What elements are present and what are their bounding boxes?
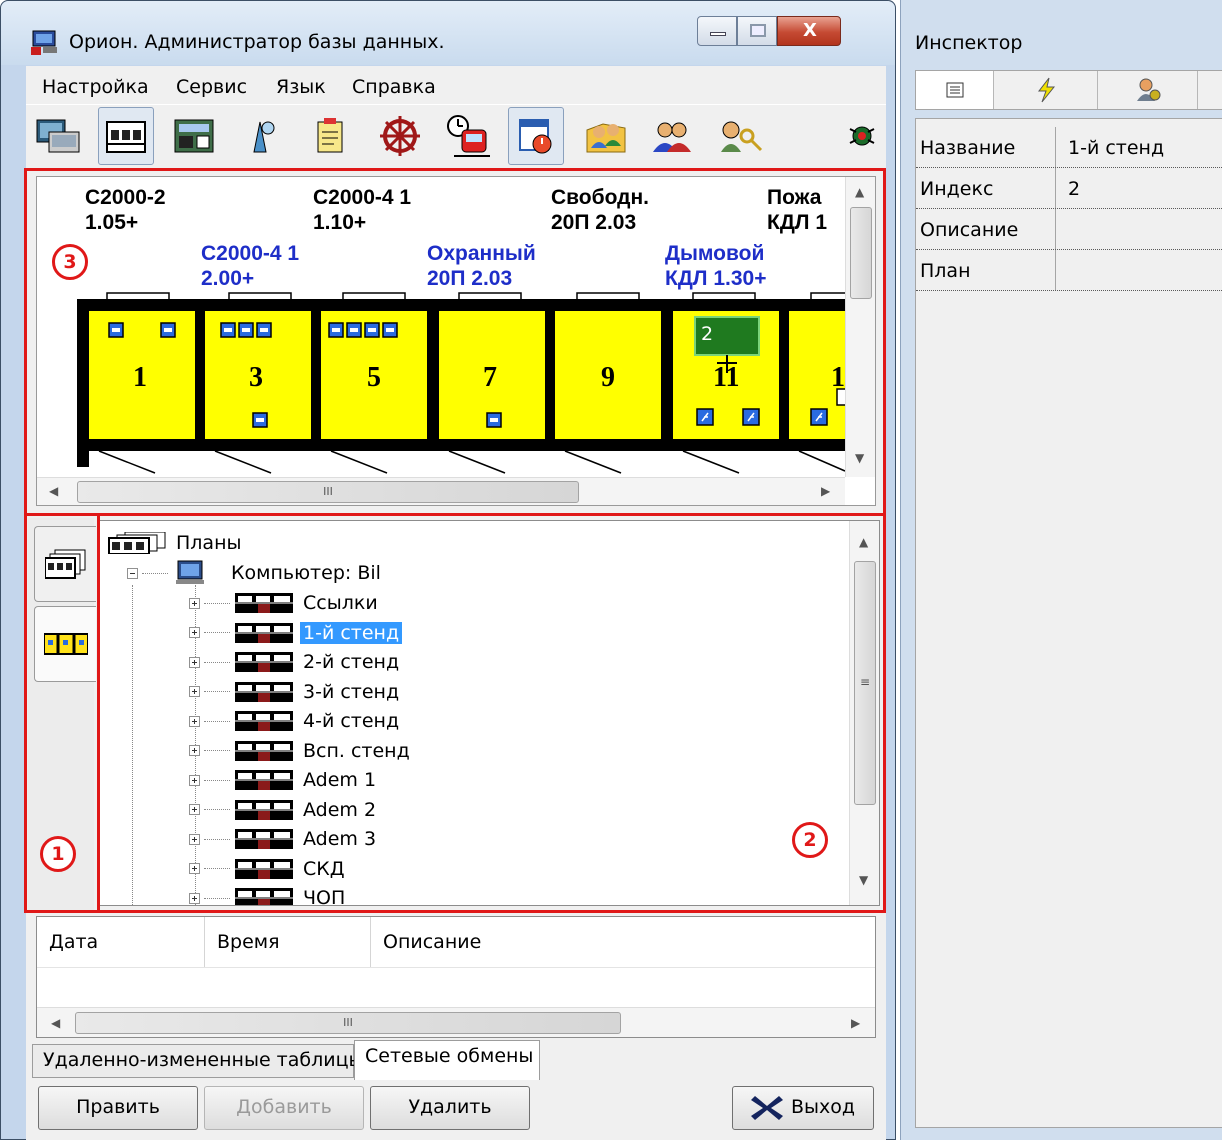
menu-help[interactable]: Справка <box>352 76 436 98</box>
tab-network-exchanges[interactable]: Сетевые обмены <box>354 1040 540 1080</box>
minimize-icon <box>710 32 726 36</box>
toolbar-schedule-button[interactable] <box>440 107 496 165</box>
computer-icon <box>36 119 80 153</box>
minimize-button[interactable] <box>697 16 737 46</box>
add-button[interactable]: Добавить <box>204 1086 364 1130</box>
tab-properties[interactable] <box>916 71 994 109</box>
property-row-name[interactable]: Название 1-й стенд <box>916 127 1222 168</box>
annotation-frame-bottom <box>24 513 886 913</box>
users-icon <box>586 123 626 153</box>
inspector-tab-bar <box>915 70 1222 110</box>
annotation-marker-1: 1 <box>40 836 76 872</box>
header-divider <box>37 967 875 968</box>
column-header-description[interactable]: Описание <box>371 917 875 967</box>
property-value[interactable] <box>1062 209 1074 249</box>
events-icon <box>1037 77 1055 103</box>
toolbar-devices-button[interactable] <box>166 107 222 165</box>
column-header-time[interactable]: Время <box>205 917 371 967</box>
maximize-button[interactable] <box>737 16 777 46</box>
property-value[interactable] <box>1062 250 1074 290</box>
toolbar-computers-button[interactable] <box>30 107 86 165</box>
column-header-date[interactable]: Дата <box>37 917 205 967</box>
close-button[interactable]: X <box>777 16 841 46</box>
zone-icon <box>253 121 275 153</box>
bottom-tab-bar: Удаленно-измененные таблицы Сетевые обме… <box>26 1040 886 1082</box>
exit-label: Выход <box>791 1096 856 1118</box>
log-horizontal-scroll-thumb[interactable]: III <box>75 1012 621 1034</box>
property-name: План <box>916 250 1056 290</box>
wheel-icon <box>380 116 420 156</box>
tab-users-settings[interactable] <box>1098 71 1198 109</box>
toolbar-wheel-button[interactable] <box>372 107 428 165</box>
tab-remote-changed-tables[interactable]: Удаленно-измененные таблицы <box>32 1044 364 1078</box>
toolbar-calendar-button[interactable] <box>508 107 564 165</box>
menu-language[interactable]: Язык <box>276 76 326 98</box>
device-panel-icon <box>174 119 214 153</box>
toolbar-users-button[interactable] <box>578 107 634 165</box>
edit-button[interactable]: Править <box>38 1086 198 1130</box>
inspector-property-grid: Название 1-й стенд Индекс 2 Описание Пла… <box>915 118 1222 1128</box>
train-schedule-icon <box>447 115 490 157</box>
menu-service[interactable]: Сервис <box>176 76 247 98</box>
exit-button[interactable]: Выход <box>732 1086 874 1130</box>
property-name: Индекс <box>916 168 1056 208</box>
properties-icon <box>946 82 963 98</box>
annotation-frame-3 <box>24 168 886 516</box>
title-bar[interactable]: Орион. Администратор базы данных. X <box>1 1 895 65</box>
property-name: Название <box>916 127 1056 167</box>
window-title: Орион. Администратор базы данных. <box>69 31 445 53</box>
toolbar-access-button[interactable] <box>712 107 768 165</box>
toolbar-documents-button[interactable] <box>302 107 358 165</box>
property-row-index[interactable]: Индекс 2 <box>916 168 1222 209</box>
toolbar-zones-button[interactable] <box>236 107 292 165</box>
exit-icon <box>750 1095 783 1120</box>
property-value[interactable]: 2 <box>1062 168 1086 208</box>
menu-settings[interactable]: Настройка <box>42 76 149 98</box>
menu-bar: Настройка Сервис Язык Справка <box>26 70 886 104</box>
maximize-icon <box>750 24 766 37</box>
property-name: Описание <box>916 209 1056 249</box>
users-settings-icon <box>1136 78 1160 101</box>
annotation-marker-3: 3 <box>52 244 88 280</box>
annotation-marker-2: 2 <box>792 822 828 858</box>
toolbar-plans-button[interactable] <box>98 107 154 165</box>
scroll-left-icon[interactable]: ◀ <box>51 1016 60 1030</box>
close-icon: X <box>803 20 817 41</box>
property-row-description[interactable]: Описание <box>916 209 1222 250</box>
tab-events[interactable] <box>994 71 1098 109</box>
plan-icon <box>106 121 146 153</box>
scroll-right-icon[interactable]: ▶ <box>851 1016 860 1030</box>
toolbar <box>26 104 886 166</box>
property-row-plan[interactable]: План <box>916 250 1222 291</box>
calendar-alarm-icon <box>519 119 552 154</box>
event-log-table[interactable]: Дата Время Описание ◀ III ▶ <box>36 916 876 1038</box>
property-value[interactable]: 1-й стенд <box>1062 127 1170 167</box>
log-horizontal-scrollbar[interactable]: ◀ III ▶ <box>37 1007 875 1037</box>
group-icon <box>653 122 691 152</box>
document-icon <box>317 118 343 153</box>
delete-button[interactable]: Удалить <box>370 1086 530 1130</box>
toolbar-groups-button[interactable] <box>644 107 700 165</box>
toolbar-debug-button[interactable] <box>834 107 890 165</box>
app-icon <box>31 30 57 55</box>
inspector-window: Инспектор Название 1-й стенд Индекс 2 Оп… <box>900 0 1222 1140</box>
keys-icon <box>721 121 763 152</box>
bug-icon <box>849 126 875 146</box>
inspector-title: Инспектор <box>915 32 1023 54</box>
